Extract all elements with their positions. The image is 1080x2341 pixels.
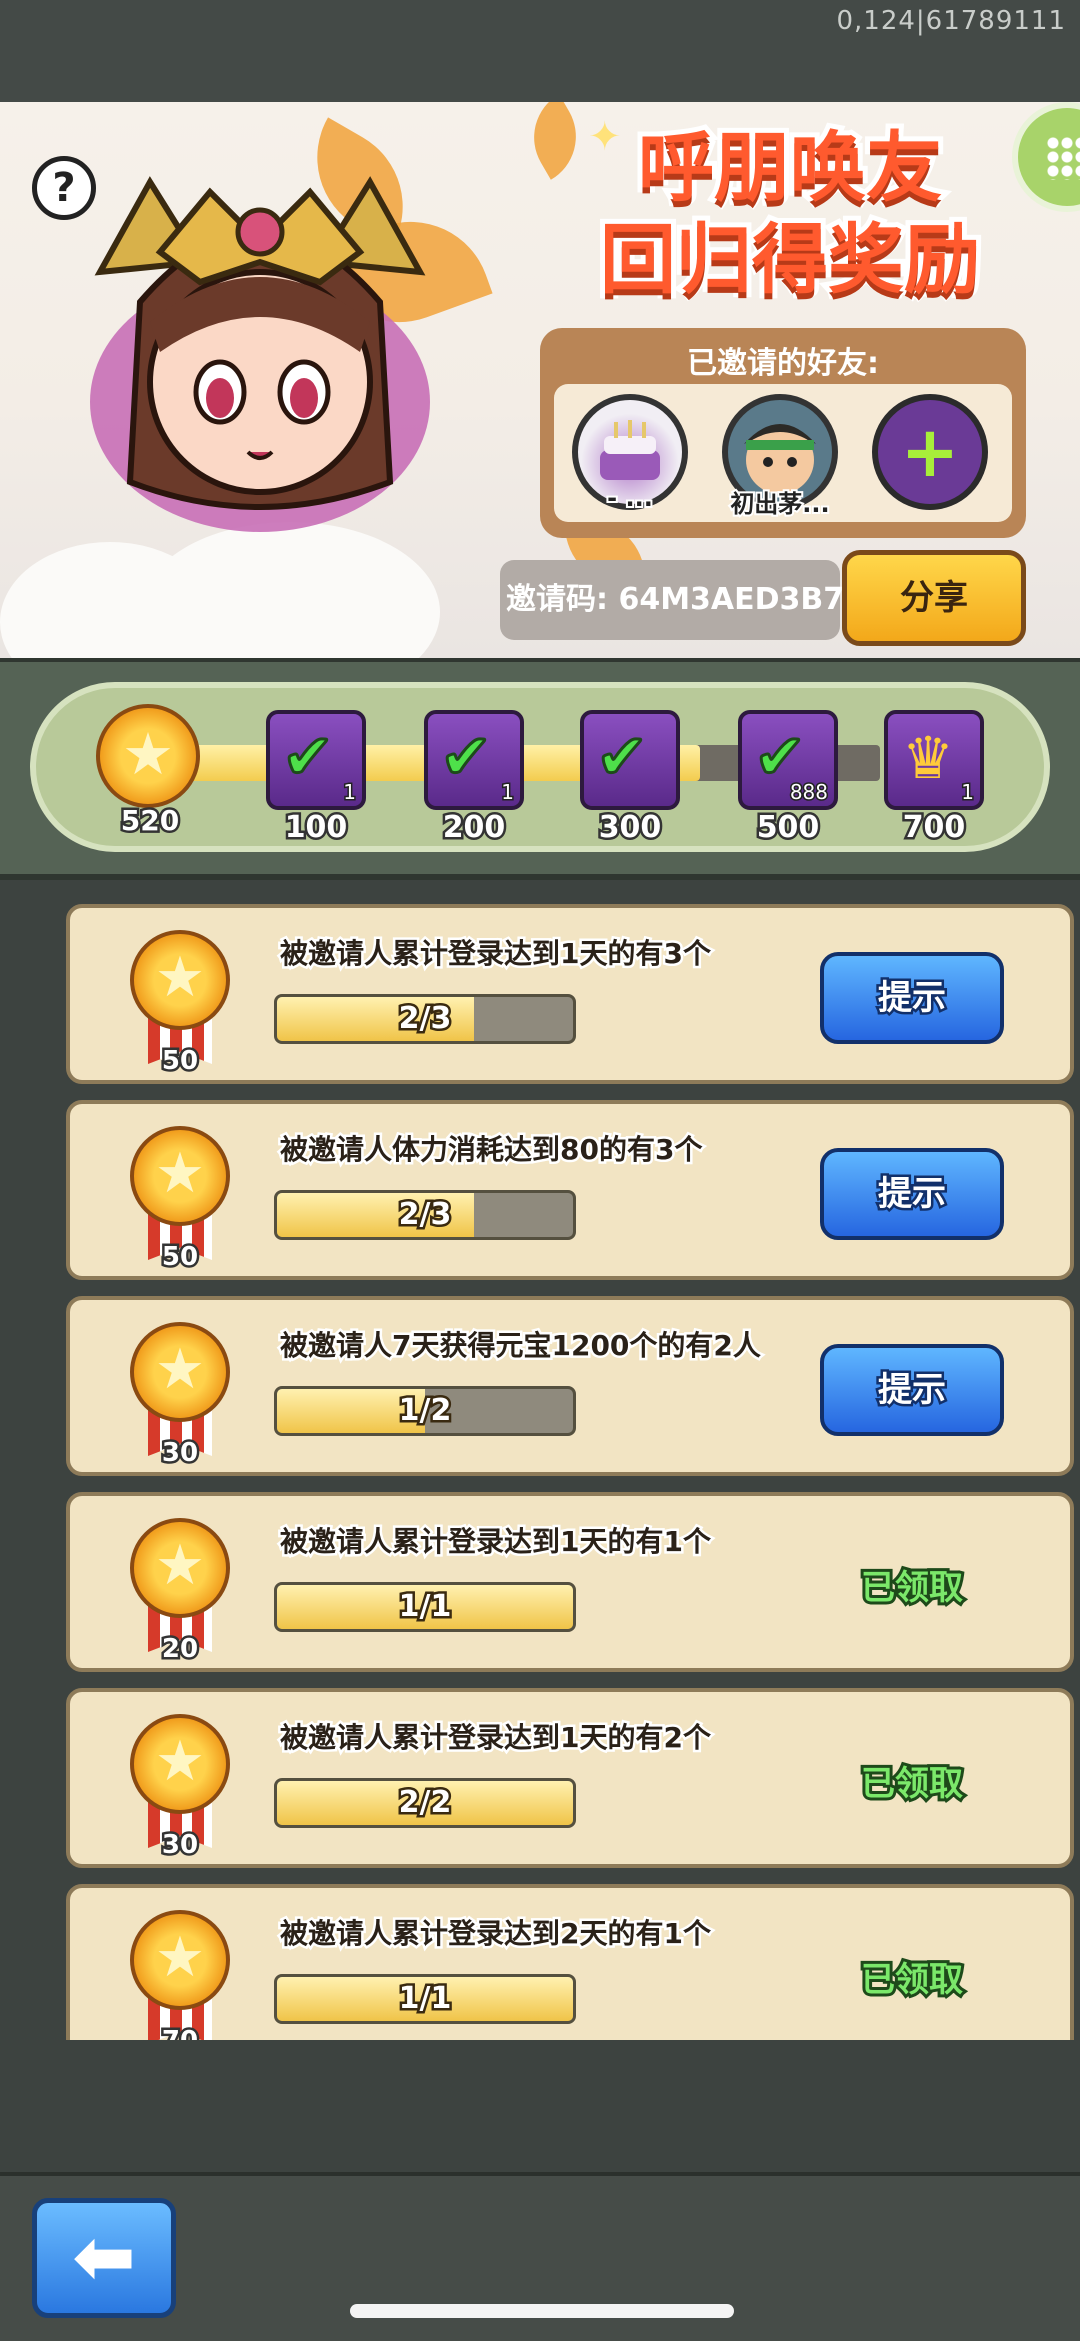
friend-name: - ... [605, 482, 655, 514]
milestone-label: 500 [754, 808, 822, 848]
task-item: ★ 20 被邀请人累计登录达到1天的有1个 1/1 已领取 [66, 1492, 1074, 1672]
task-description: 被邀请人累计登录达到1天的有2个 [278, 1719, 714, 1757]
event-title: 呼朋唤友 回归得奖励 [560, 118, 1020, 309]
invited-friends-panel: 已邀请的好友: - ... 初出茅... + [540, 328, 1026, 538]
star-medal-icon: ★ [130, 1518, 230, 1618]
task-list[interactable]: ★ 50 被邀请人累计登录达到1天的有3个 2/3 提示 ★ 50 被邀请人体力… [0, 900, 1080, 2040]
star-medal-icon: ★ [130, 1322, 230, 1422]
task-description: 被邀请人7天获得元宝1200个的有2人 [278, 1327, 764, 1365]
claimed-status: 已领取 [858, 1957, 966, 2003]
task-description: 被邀请人体力消耗达到80的有3个 [277, 1131, 704, 1169]
task-progress-bar: 2/2 [274, 1778, 576, 1828]
build-id-text: 0,124|61789111 [836, 6, 1066, 36]
task-item: ★ 30 被邀请人7天获得元宝1200个的有2人 1/2 提示 [66, 1296, 1074, 1476]
task-points: 50 [159, 1240, 200, 1275]
task-points: 30 [159, 1828, 200, 1863]
task-progress-bar: 2/3 [274, 994, 576, 1044]
task-description: 被邀请人累计登录达到1天的有1个 [278, 1523, 714, 1561]
task-points: 20 [159, 1632, 200, 1667]
hint-button[interactable]: 提示 [820, 1344, 1004, 1436]
task-progress-text: 1/1 [396, 1587, 454, 1627]
invited-friends-title: 已邀请的好友: [687, 346, 879, 381]
claimed-status: 已领取 [858, 1761, 966, 1807]
milestone-count: 888 [788, 779, 829, 806]
reward-progress-section: ★ 520 ✔ 1 100 ✔ 1 200 ✔ 300 ✔ 888 500 ♛ … [0, 658, 1080, 880]
arrow-left-icon: ⬅ [72, 2212, 136, 2301]
task-points: 50 [159, 1044, 200, 1079]
task-points: 70 [130, 2024, 230, 2041]
checkmark-icon: ✔ [281, 719, 336, 795]
milestone-label: 700 [900, 808, 968, 848]
task-item: ★ 70 被邀请人累计登录达到2天的有1个 1/1 已领取 [66, 1884, 1074, 2040]
milestone-label: 200 [440, 808, 508, 848]
milestone-count: 1 [500, 779, 516, 806]
task-progress-text: 1/2 [396, 1391, 454, 1431]
invite-code: 邀请码: 64M3AED3B7 [500, 560, 844, 640]
top-status-bar: 0,124|61789111 [0, 0, 1080, 102]
star-medal-icon: ★ [130, 1126, 230, 1226]
milestone-count: 1 [342, 779, 358, 806]
friends-list: - ... 初出茅... + [554, 384, 1012, 522]
star-medal-icon: ★ [130, 930, 230, 1030]
title-line-1: 呼朋唤友 [633, 118, 947, 217]
milestone-500-item[interactable]: ✔ 888 [738, 710, 838, 810]
task-progress-bar: 2/3 [274, 1190, 576, 1240]
task-progress-text: 2/3 [396, 999, 454, 1039]
hero-character-image [60, 152, 460, 572]
bottom-bar: ⬅ [0, 2172, 1080, 2341]
checkmark-icon: ✔ [439, 719, 494, 795]
task-progress-bar: 1/1 [274, 1582, 576, 1632]
task-progress-text: 2/2 [396, 1783, 454, 1823]
star-medal-icon: ★ [130, 1910, 230, 2010]
menu-dots-icon [1046, 136, 1080, 180]
invite-banner: ? ✦ 呼朋唤友 回归得奖励 已邀请的好友: - ... 初出茅... + 邀请… [0, 102, 1080, 658]
hint-button[interactable]: 提示 [820, 1148, 1004, 1240]
home-indicator[interactable] [350, 2304, 734, 2318]
claimed-status: 已领取 [858, 1565, 966, 1611]
help-button[interactable]: ? [32, 156, 96, 220]
add-friend-button[interactable]: + [872, 394, 988, 510]
star-medal-icon: ★ [130, 1714, 230, 1814]
task-progress-text: 1/1 [396, 1979, 454, 2019]
task-item: ★ 50 被邀请人体力消耗达到80的有3个 2/3 提示 [66, 1100, 1074, 1280]
friend-name: 初出茅... [728, 488, 831, 520]
share-button[interactable]: 分享 [842, 550, 1026, 646]
checkmark-icon: ✔ [595, 719, 650, 795]
task-description: 被邀请人累计登录达到1天的有3个 [278, 935, 714, 973]
task-item: ★ 30 被邀请人累计登录达到1天的有2个 2/2 已领取 [66, 1688, 1074, 1868]
side-menu-button[interactable] [1012, 102, 1080, 212]
milestone-100-chest[interactable]: ✔ 1 [266, 710, 366, 810]
task-progress-bar: 1/1 [274, 1974, 576, 2024]
milestone-label: 100 [282, 808, 350, 848]
task-progress-bar: 1/2 [274, 1386, 576, 1436]
task-points: 30 [159, 1436, 200, 1471]
hint-button[interactable]: 提示 [820, 952, 1004, 1044]
task-item: ★ 50 被邀请人累计登录达到1天的有3个 2/3 提示 [66, 904, 1074, 1084]
task-description: 被邀请人累计登录达到2天的有1个 [278, 1915, 714, 1953]
milestone-label: 300 [596, 808, 664, 848]
milestone-count: 1 [960, 779, 976, 806]
back-button[interactable]: ⬅ [32, 2198, 176, 2318]
milestone-200-chest[interactable]: ✔ 1 [424, 710, 524, 810]
total-score: 520 [118, 802, 181, 840]
milestone-700-reward[interactable]: ♛ 1 [884, 710, 984, 810]
title-line-2: 回归得奖励 [595, 210, 985, 309]
crown-icon: ♛ [902, 724, 954, 792]
star-medal-icon: ★ [96, 704, 200, 808]
task-progress-text: 2/3 [396, 1195, 454, 1235]
milestone-300-hero[interactable]: ✔ [580, 710, 680, 810]
